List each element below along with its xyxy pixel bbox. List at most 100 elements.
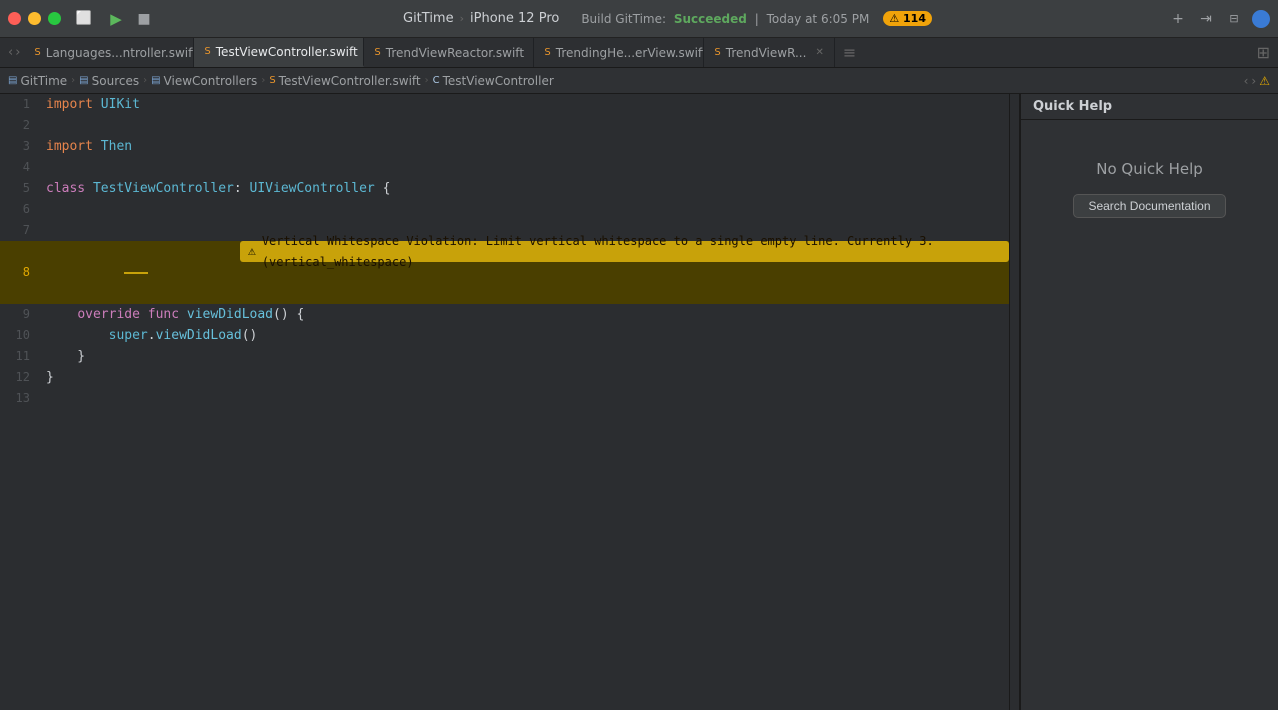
build-time-separator: | — [755, 12, 759, 26]
split-editor-icon[interactable]: ⊟ — [1224, 9, 1244, 29]
stop-button[interactable]: ■ — [133, 8, 155, 30]
line-content: super.viewDidLoad() — [40, 325, 1009, 346]
code-line-13: 13 — [0, 388, 1009, 409]
tab-trendviewr[interactable]: S TrendViewR... ✕ — [704, 38, 834, 67]
line-number: 4 — [0, 157, 40, 178]
tab-testviewcontroller[interactable]: S TestViewController.swift ✕ — [194, 38, 364, 67]
code-line-8: 8 ⚠ Vertical Whitespace Violation: Limit… — [0, 241, 1009, 304]
tab-trendinghearview[interactable]: S TrendingHe...erView.swift ✕ — [534, 38, 704, 67]
close-button[interactable] — [8, 12, 21, 25]
warning-icon: ⚠ — [889, 12, 899, 25]
arrow-icon[interactable]: ⇥ — [1196, 9, 1216, 29]
status-circle-icon[interactable] — [1252, 10, 1270, 28]
quick-help-panel: Quick Help No Quick Help Search Document… — [1020, 94, 1278, 710]
search-documentation-button[interactable]: Search Documentation — [1073, 194, 1225, 218]
titlebar-center: GitTime › iPhone 12 Pro Build GitTime: S… — [167, 11, 1168, 26]
warning-badge[interactable]: ⚠ 114 — [883, 11, 932, 26]
breadcrumb: ▤ GitTime › ▤ Sources › ▤ ViewController… — [0, 68, 1278, 94]
bc-gittime[interactable]: ▤ GitTime — [8, 74, 67, 88]
no-quick-help-label: No Quick Help — [1096, 160, 1203, 178]
code-line-9: 9 override func viewDidLoad() { — [0, 304, 1009, 325]
bc-label: TestViewController.swift — [279, 74, 421, 88]
code-editor[interactable]: 1 import UIKit 2 3 import Then 4 5 class… — [0, 94, 1010, 710]
maximize-button[interactable] — [48, 12, 61, 25]
titlebar-right: + ⇥ ⊟ — [1168, 9, 1270, 29]
line-number: 11 — [0, 346, 40, 367]
code-line-12: 12 } — [0, 367, 1009, 388]
tab-forward-arrow[interactable]: › — [15, 45, 20, 60]
bc-prev-button[interactable]: ‹ — [1244, 74, 1249, 88]
traffic-lights — [8, 12, 61, 25]
quick-help-title-label: Quick Help — [1033, 99, 1112, 114]
code-line-1: 1 import UIKit — [0, 94, 1009, 115]
line-content: import Then — [40, 136, 1009, 157]
file-icon: S — [269, 75, 275, 86]
line-number: 13 — [0, 388, 40, 409]
bc-testviewcontroller-class[interactable]: C TestViewController — [433, 74, 554, 88]
play-button[interactable]: ▶ — [105, 8, 127, 30]
bc-testviewcontroller-file[interactable]: S TestViewController.swift — [269, 74, 420, 88]
warning-tooltip[interactable]: ⚠ Vertical Whitespace Violation: Limit v… — [240, 241, 1009, 262]
line-number: 5 — [0, 178, 40, 199]
bc-chevron: › — [261, 75, 265, 86]
warning-icon: ⚠ — [248, 241, 256, 262]
tabbar: ‹ › S Languages...ntroller.swift ✕ S Tes… — [0, 38, 1278, 68]
line-number: 1 — [0, 94, 40, 115]
quick-help-header: Quick Help — [1021, 94, 1278, 120]
code-line-5: 5 class TestViewController: UIViewContro… — [0, 178, 1009, 199]
tab-label: TrendViewR... — [726, 46, 807, 60]
line-number: 2 — [0, 115, 40, 136]
minimize-button[interactable] — [28, 12, 41, 25]
line-number: 12 — [0, 367, 40, 388]
folder-icon: ▤ — [151, 75, 160, 86]
warning-count: 114 — [903, 12, 926, 25]
tab-label: TrendingHe...erView.swift — [556, 46, 705, 60]
warning-message: Vertical Whitespace Violation: Limit ver… — [262, 231, 1001, 273]
tab-back-arrow[interactable]: ‹ — [8, 45, 13, 60]
breadcrumb-chevron: › — [460, 12, 464, 25]
sidebar-toggle-icons: ⬜ — [73, 8, 95, 30]
bc-viewcontrollers[interactable]: ▤ ViewControllers — [151, 74, 257, 88]
main-area: 1 import UIKit 2 3 import Then 4 5 class… — [0, 94, 1278, 710]
line-number: 10 — [0, 325, 40, 346]
tab-label: TrendViewReactor.swift — [386, 46, 524, 60]
code-line-10: 10 super.viewDidLoad() — [0, 325, 1009, 346]
tab-nav-arrows: ‹ › — [4, 38, 24, 67]
bc-warning-button[interactable]: ⚠ — [1259, 74, 1270, 88]
tab-languages[interactable]: S Languages...ntroller.swift ✕ — [24, 38, 194, 67]
tab-file-icon: S — [544, 47, 550, 58]
tab-label: TestViewController.swift — [216, 45, 358, 59]
tab-file-icon: S — [714, 47, 720, 58]
quick-help-body: No Quick Help Search Documentation — [1021, 120, 1278, 710]
line-content: class TestViewController: UIViewControll… — [40, 178, 1009, 199]
bc-sources[interactable]: ▤ Sources — [79, 74, 139, 88]
code-line-2: 2 — [0, 115, 1009, 136]
bc-next-button[interactable]: › — [1251, 74, 1256, 88]
line-number: 3 — [0, 136, 40, 157]
breadcrumb-nav: ‹ › ⚠ — [1244, 74, 1270, 88]
code-line-3: 3 import Then — [0, 136, 1009, 157]
tab-trendviewreactor[interactable]: S TrendViewReactor.swift ✕ — [364, 38, 534, 67]
editor-gutter — [1010, 94, 1020, 710]
device-name[interactable]: iPhone 12 Pro — [470, 11, 559, 26]
line-number: 7 — [0, 220, 40, 241]
line-number: 8 — [0, 262, 40, 283]
tab-file-icon: S — [374, 47, 380, 58]
tab-close-icon[interactable]: ✕ — [815, 47, 823, 58]
bc-label: ViewControllers — [164, 74, 258, 88]
titlebar: ⬜ ▶ ■ GitTime › iPhone 12 Pro Build GitT… — [0, 0, 1278, 38]
tab-grid-button[interactable]: ⊞ — [1249, 38, 1278, 67]
sidebar-icon[interactable]: ⬜ — [73, 8, 95, 30]
line-content: } — [40, 346, 1009, 367]
line-number: 6 — [0, 199, 40, 220]
line-content: override func viewDidLoad() { — [40, 304, 1009, 325]
build-time: Today at 6:05 PM — [767, 12, 870, 26]
code-line-6: 6 — [0, 199, 1009, 220]
folder-icon: ▤ — [79, 75, 88, 86]
add-tab-button[interactable]: + — [1168, 9, 1188, 29]
bc-chevron: › — [143, 75, 147, 86]
bc-chevron: › — [425, 75, 429, 86]
tab-more-button[interactable]: ≡ — [835, 38, 864, 67]
project-name: GitTime — [403, 11, 454, 26]
bc-label: Sources — [92, 74, 139, 88]
